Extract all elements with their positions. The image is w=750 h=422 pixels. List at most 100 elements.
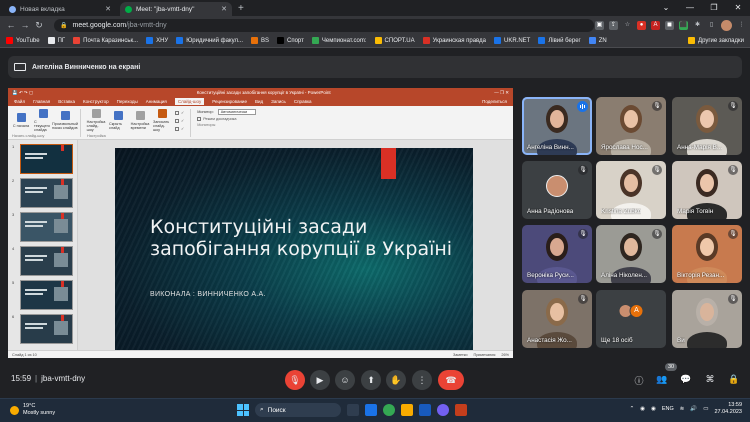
slide-thumbnail[interactable]: 2 <box>12 178 73 208</box>
menu-tab[interactable]: Файл <box>14 99 25 104</box>
minimize-icon[interactable]: — <box>678 0 702 16</box>
word-icon[interactable] <box>419 404 431 416</box>
extension-green-icon[interactable]: ⬛ <box>679 20 688 30</box>
info-icon[interactable]: ⓘ <box>632 374 646 387</box>
setup-show-button[interactable]: Настройка слайд-шоу <box>87 109 105 132</box>
participant-tile[interactable]: 🎙 Kristina Zubko <box>596 161 666 219</box>
current-slide[interactable]: Конституційні засади запобігання корупці… <box>115 148 473 350</box>
slide-thumbnail[interactable]: 5 <box>12 280 73 310</box>
participant-tile[interactable]: 🎙 Анна-Марія В... <box>672 97 742 155</box>
camera-toggle-button[interactable]: ▶ <box>310 370 330 390</box>
menu-tab[interactable]: Вставка <box>58 99 75 104</box>
bookmark-item[interactable]: Лівий берег <box>538 37 581 44</box>
tab-new[interactable]: Новая вкладка ✕ <box>4 2 116 16</box>
start-beginning-button[interactable]: С начала <box>12 113 30 128</box>
bookmark-item[interactable]: Юридичний факул... <box>176 37 243 44</box>
participant-tile[interactable]: 🎙 Вероніка Руси... <box>522 225 592 283</box>
share-icon[interactable]: ⇪ <box>609 20 618 30</box>
slide-thumbnail[interactable]: 3 <box>12 212 73 242</box>
checkbox-option[interactable]: ✓ <box>175 110 184 115</box>
participant-tile[interactable]: А Ще 18 осіб <box>596 290 666 348</box>
from-current-button[interactable]: С текущего слайда <box>34 109 52 132</box>
camera-icon[interactable]: ▣ <box>595 20 604 30</box>
bookmark-item[interactable]: Почта Каразинськ... <box>73 37 138 44</box>
comments-button[interactable]: Примечания <box>473 353 495 357</box>
checkbox-option[interactable]: ✓ <box>175 126 184 131</box>
activities-icon[interactable]: ⌘ <box>703 374 717 385</box>
participant-tile[interactable]: Ангеліна Винн... <box>522 97 592 155</box>
record-show-button[interactable]: Записать слайд-шоу <box>153 109 171 132</box>
menu-tab[interactable]: Справка <box>294 99 312 104</box>
close-tab-icon[interactable]: ✕ <box>221 5 227 13</box>
menu-tab[interactable]: Главная <box>33 99 50 104</box>
monitor-select[interactable]: Автоматически <box>217 109 256 115</box>
viber-icon[interactable] <box>437 404 449 416</box>
menu-tab[interactable]: Конструктор <box>83 99 109 104</box>
participant-tile[interactable]: 🎙 Вікторія Резан... <box>672 225 742 283</box>
mic-toggle-button[interactable]: 🎙 <box>285 370 305 390</box>
bookmark-item[interactable]: YouTube <box>6 37 40 44</box>
chevron-down-icon[interactable]: ⌄ <box>654 0 678 16</box>
address-bar[interactable]: 🔒 meet.google.com /jba-vmtt-dny <box>54 18 594 32</box>
menu-kebab-icon[interactable]: ⋮ <box>737 21 746 30</box>
close-tab-icon[interactable]: ✕ <box>105 5 111 13</box>
other-bookmarks[interactable]: Другие закладки <box>688 37 744 44</box>
menu-tab[interactable]: Слайд-шоу <box>174 98 205 105</box>
rehearse-timings-button[interactable]: Настройка времени <box>131 111 149 130</box>
participant-tile[interactable]: 🎙 Анастасія Жо... <box>522 290 592 348</box>
close-window-icon[interactable]: ✕ <box>726 0 750 16</box>
battery-icon[interactable]: ▭ <box>703 406 708 412</box>
raise-hand-button[interactable]: ✋ <box>386 370 406 390</box>
taskbar-clock[interactable]: 13:59 27.04.2023 <box>714 402 742 416</box>
tray-chevron-icon[interactable]: ⌃ <box>630 406 635 412</box>
bookmark-item[interactable]: Спорт <box>277 37 304 44</box>
participant-tile[interactable]: 🎙 Ярослава Нос... <box>596 97 666 155</box>
forward-arrow-icon[interactable]: → <box>18 20 32 30</box>
slide-thumbnail[interactable]: 4 <box>12 246 73 276</box>
taskbar-search[interactable]: ⌕ Поиск <box>255 403 341 417</box>
menu-tab[interactable]: Запись <box>271 99 286 104</box>
puzzle-icon[interactable]: ✱ <box>693 21 702 30</box>
bookmark-item[interactable]: Украинская правда <box>422 37 486 44</box>
reload-icon[interactable]: ↻ <box>32 20 46 31</box>
menu-tab[interactable]: Рецензирование <box>212 99 247 104</box>
participant-tile[interactable]: 🎙 Аліна Ніколен... <box>596 225 666 283</box>
explorer-icon[interactable] <box>365 404 377 416</box>
menu-tab[interactable]: Переходы <box>117 99 138 104</box>
new-tab-button[interactable]: + <box>238 2 244 16</box>
checkbox-option[interactable]: ✓ <box>175 118 184 123</box>
zoom-level[interactable]: 26% <box>501 353 509 357</box>
notes-button[interactable]: Заметки <box>453 353 468 357</box>
back-arrow-icon[interactable]: ← <box>4 20 18 30</box>
wifi-icon[interactable]: ≋ <box>680 406 685 412</box>
menu-tab[interactable]: Вид <box>255 99 263 104</box>
participant-tile[interactable]: 🎙 Марія Тогвін <box>672 161 742 219</box>
folder-icon[interactable] <box>401 404 413 416</box>
bookmark-item[interactable]: BS <box>250 37 269 44</box>
tray-app-icon[interactable]: ◉ <box>640 406 645 412</box>
reactions-button[interactable]: ☺ <box>335 370 355 390</box>
sidebar-icon[interactable]: ▯ <box>707 21 716 30</box>
bookmark-item[interactable]: ПГ <box>47 37 65 44</box>
weather-widget[interactable]: 19°C Mostly sunny <box>10 403 55 417</box>
tab-meet[interactable]: Meet: "jba-vmtt-dny" ✕ <box>120 2 232 16</box>
bookmark-item[interactable]: ZN <box>588 37 607 44</box>
more-options-button[interactable]: ⋮ <box>412 370 432 390</box>
bookmark-item[interactable]: СПОРТ.UA <box>374 37 415 44</box>
extension-gray-icon[interactable]: ◼ <box>665 20 674 30</box>
custom-show-button[interactable]: Произвольный показ слайдов <box>52 111 78 130</box>
windows-start-icon[interactable] <box>237 404 249 416</box>
menu-tab[interactable]: Анимация <box>146 99 167 104</box>
chrome-icon[interactable] <box>383 404 395 416</box>
participant-tile[interactable]: 🎙 Ви <box>672 290 742 348</box>
extension-red-icon[interactable]: ● <box>637 20 646 30</box>
powerpoint-icon[interactable] <box>455 404 467 416</box>
present-button[interactable]: ⬆ <box>361 370 381 390</box>
chat-icon[interactable]: 💬 <box>679 374 693 385</box>
bookmark-item[interactable]: UKR.NET <box>494 37 530 44</box>
volume-icon[interactable]: 🔊 <box>690 406 697 412</box>
language-indicator[interactable]: ENG <box>662 406 674 412</box>
maximize-icon[interactable]: ❐ <box>702 0 726 16</box>
presenter-view-checkbox[interactable]: Режим докладчика <box>197 117 256 121</box>
task-view-icon[interactable] <box>347 404 359 416</box>
